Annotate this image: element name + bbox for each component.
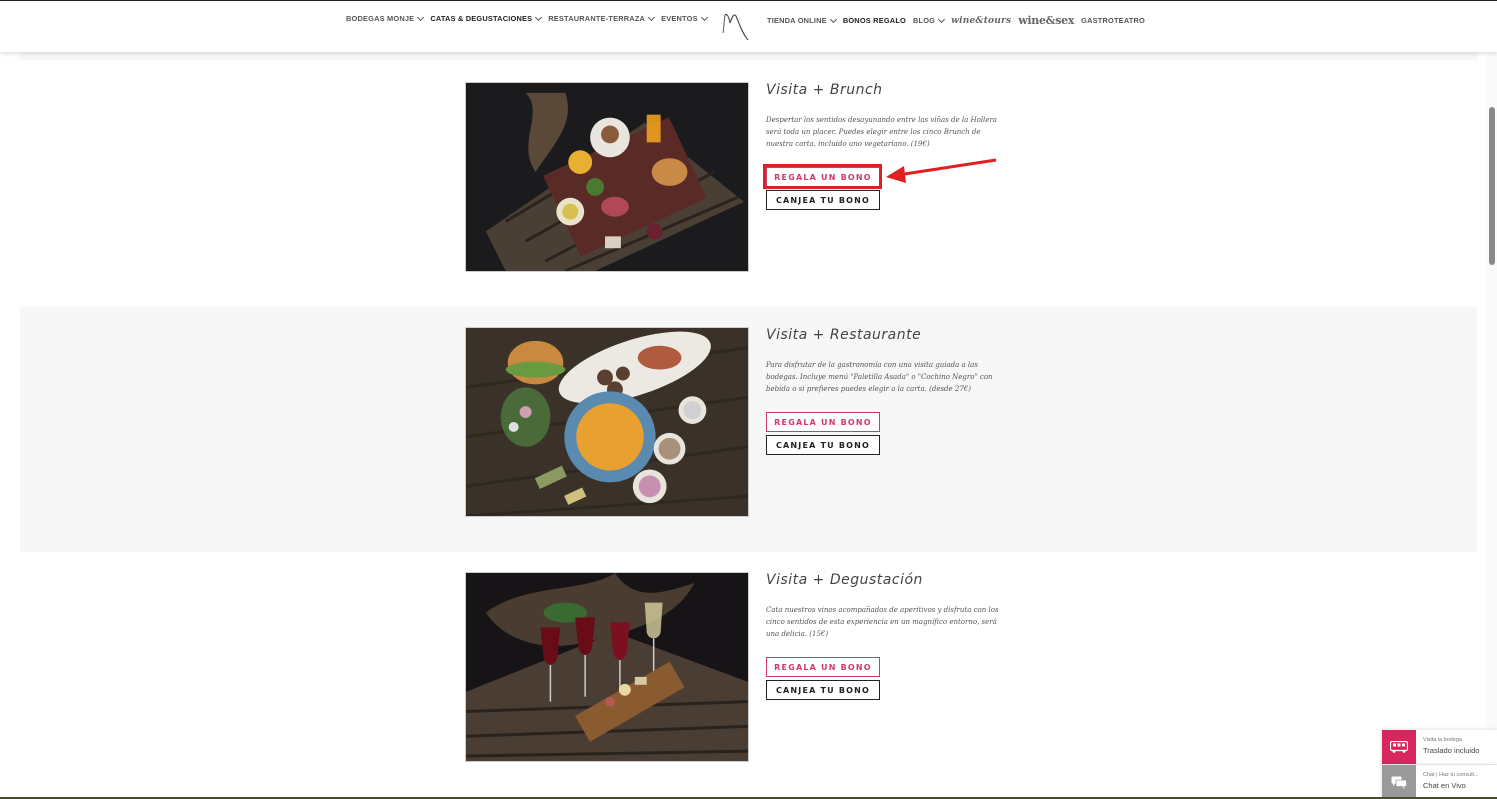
product-title: Visita + Degustación bbox=[766, 572, 923, 588]
nav-bodegas-monje[interactable]: BODEGAS MONJE bbox=[346, 13, 425, 23]
chat-icon bbox=[1382, 765, 1416, 799]
widget-subtitle: Visita la bodega bbox=[1423, 737, 1463, 743]
nav-label: wine&tours bbox=[951, 15, 1012, 26]
chevron-down-icon bbox=[829, 15, 837, 23]
nav-catas-degustaciones[interactable]: CATAS & DEGUSTACIONES bbox=[430, 13, 543, 23]
widget-title: Chat en Vivo bbox=[1423, 781, 1466, 790]
chevron-down-icon bbox=[700, 13, 708, 21]
nav-tienda-online[interactable]: TIENDA ONLINE bbox=[767, 15, 837, 25]
widget-subtitle: Chat | Haz tu consult... bbox=[1423, 772, 1479, 778]
nav-right: TIENDA ONLINE BONOS REGALO BLOG wine&tou… bbox=[767, 14, 1145, 27]
nav-label: CATAS & DEGUSTACIONES bbox=[430, 14, 533, 23]
nav-label: wine&sex bbox=[1018, 14, 1075, 27]
nav-label: BONOS REGALO bbox=[842, 16, 906, 25]
site-header: BODEGAS MONJE CATAS & DEGUSTACIONES REST… bbox=[0, 1, 1497, 52]
scrollbar-thumb[interactable] bbox=[1489, 107, 1495, 265]
chevron-down-icon bbox=[938, 15, 946, 23]
nav-wine-tours[interactable]: wine&tours bbox=[951, 16, 1011, 26]
highlight-box bbox=[763, 164, 882, 189]
restaurante-photo[interactable] bbox=[465, 327, 749, 517]
degustacion-photo[interactable] bbox=[465, 572, 749, 762]
redeem-voucher-button[interactable]: CANJEA TU BONO bbox=[766, 190, 880, 210]
section-band bbox=[20, 52, 1477, 60]
nav-eventos[interactable]: EVENTOS bbox=[661, 13, 708, 23]
redeem-voucher-button[interactable]: CANJEA TU BONO bbox=[766, 680, 880, 700]
redeem-voucher-button[interactable]: CANJEA TU BONO bbox=[766, 435, 880, 455]
product-title: Visita + Brunch bbox=[766, 82, 883, 98]
nav-label: EVENTOS bbox=[661, 14, 698, 23]
nav-wine-sex[interactable]: wine&sex bbox=[1018, 14, 1074, 27]
arrow-annotation-icon bbox=[886, 158, 997, 183]
chevron-down-icon bbox=[535, 13, 543, 21]
product-description: Para disfrutar de la gastronomía con una… bbox=[766, 361, 993, 393]
chevron-down-icon bbox=[648, 13, 656, 21]
transfer-widget[interactable]: Visita la bodega Traslado incluido bbox=[1382, 730, 1497, 764]
product-description: Cata nuestros vinos acompañados de aperi… bbox=[766, 606, 999, 638]
nav-label: BODEGAS MONJE bbox=[346, 14, 415, 23]
nav-gastroteatro[interactable]: GASTROTEATRO bbox=[1081, 16, 1145, 25]
bus-icon bbox=[1382, 730, 1416, 764]
nav-bonos-regalo[interactable]: BONOS REGALO bbox=[843, 16, 906, 25]
nav-blog[interactable]: BLOG bbox=[912, 15, 946, 25]
gift-voucher-button[interactable]: REGALA UN BONO bbox=[766, 657, 880, 677]
nav-label: GASTROTEATRO bbox=[1081, 16, 1146, 25]
nav-restaurante-terraza[interactable]: RESTAURANTE-TERRAZA bbox=[548, 13, 656, 23]
product-card-degustacion: Visita + Degustación Cata nuestros vinos… bbox=[465, 572, 1025, 762]
gift-voucher-button[interactable]: REGALA UN BONO bbox=[766, 412, 880, 432]
nav-left: BODEGAS MONJE CATAS & DEGUSTACIONES REST… bbox=[346, 13, 708, 23]
product-card-restaurante: Visita + Restaurante Para disfrutar de l… bbox=[465, 327, 1025, 517]
brunch-photo[interactable] bbox=[465, 82, 749, 272]
chevron-down-icon bbox=[417, 13, 425, 21]
chat-widget[interactable]: Chat | Haz tu consult... Chat en Vivo bbox=[1382, 765, 1497, 799]
product-description: Despertar los sentidos desayunando entre… bbox=[766, 116, 997, 148]
nav-label: TIENDA ONLINE bbox=[767, 16, 827, 25]
widget-title: Traslado incluido bbox=[1423, 746, 1480, 755]
nav-label: RESTAURANTE-TERRAZA bbox=[548, 14, 646, 23]
product-title: Visita + Restaurante bbox=[766, 327, 922, 343]
nav-label: BLOG bbox=[912, 16, 936, 25]
monje-logo-icon[interactable] bbox=[722, 7, 752, 41]
